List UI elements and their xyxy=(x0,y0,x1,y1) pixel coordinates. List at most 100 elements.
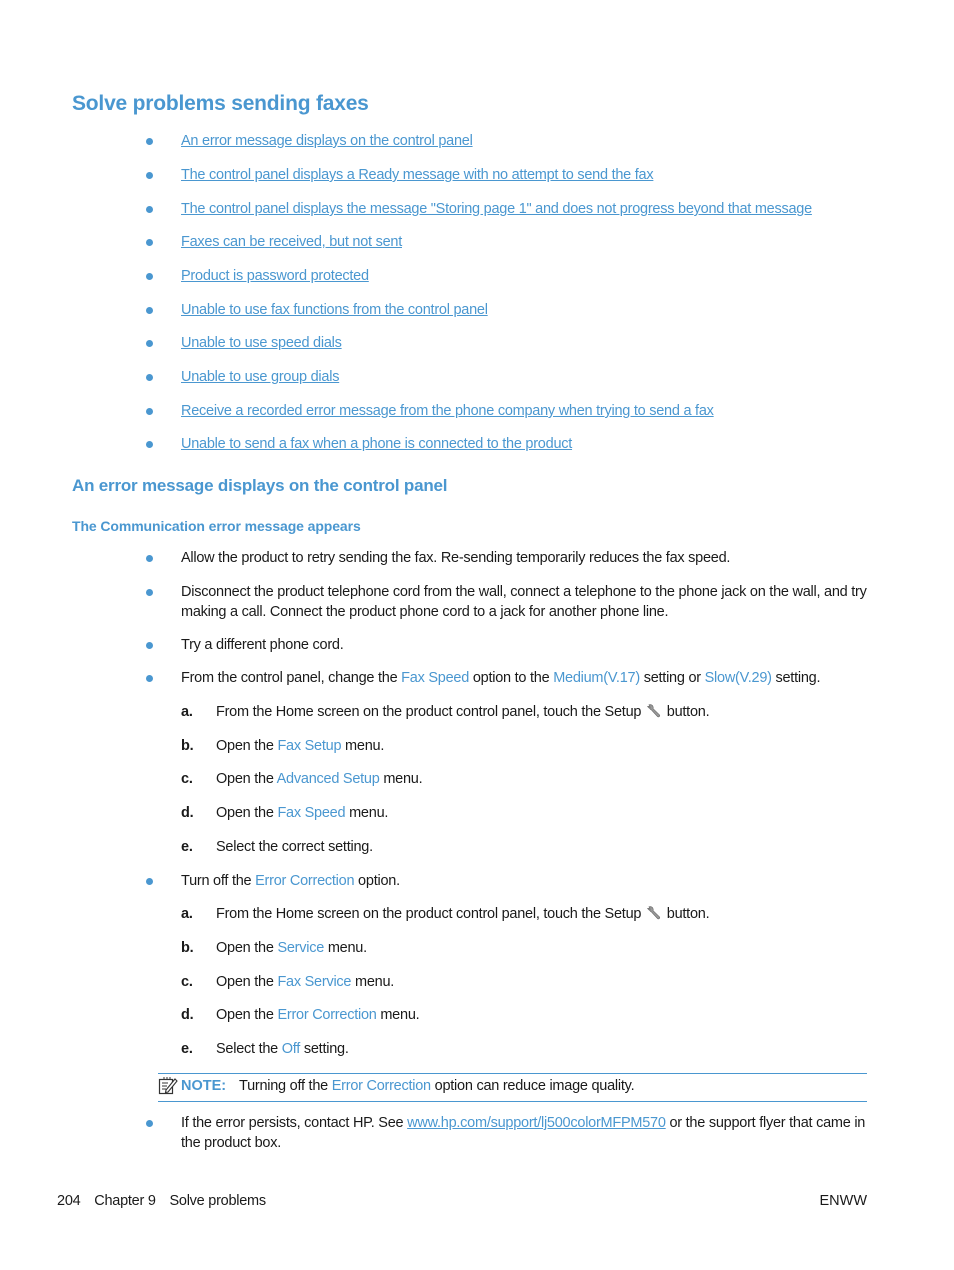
text: If the error persists, contact HP. See xyxy=(181,1115,408,1131)
text: From the Home screen on the product cont… xyxy=(216,906,645,922)
text: menu. xyxy=(379,771,423,787)
bullet-icon xyxy=(146,340,153,347)
step-text: Open the Advanced Setup menu. xyxy=(216,770,423,790)
ui-term-fax-speed: Fax Speed xyxy=(401,670,470,686)
text: menu. xyxy=(341,738,385,754)
bullet-icon xyxy=(146,138,153,145)
bullet-text: Turn off the Error Correction option. xyxy=(181,872,871,892)
step-text: Open the Fax Setup menu. xyxy=(216,737,384,757)
toc-link[interactable]: Unable to use fax functions from the con… xyxy=(181,301,488,321)
chapter-title: Solve problems xyxy=(169,1193,266,1209)
step-letter: d. xyxy=(181,805,194,821)
chapter-label: Chapter 9 xyxy=(94,1193,156,1209)
toc-link[interactable]: The control panel displays the message "… xyxy=(181,200,812,220)
bullet-icon xyxy=(146,1120,153,1127)
step-letter: a. xyxy=(181,906,193,922)
text: Open the xyxy=(216,771,277,787)
wrench-icon xyxy=(646,906,660,920)
text: Select the xyxy=(216,1041,282,1057)
ui-term: Fax Setup xyxy=(277,738,342,754)
bullet-text: Allow the product to retry sending the f… xyxy=(181,550,731,566)
text: Open the xyxy=(216,1007,278,1023)
text: option to the xyxy=(469,670,554,686)
bullet-icon xyxy=(146,675,153,682)
step-text: Open the Error Correction menu. xyxy=(216,1006,420,1026)
text: option. xyxy=(354,873,400,889)
text: button. xyxy=(662,704,710,720)
bullet-icon xyxy=(146,307,153,314)
note-label: NOTE: xyxy=(181,1078,227,1094)
note-pencil-icon xyxy=(158,1077,178,1095)
text: Open the xyxy=(216,974,278,990)
bullet-icon xyxy=(146,441,153,448)
step-letter: b. xyxy=(181,940,194,956)
bullet-text: Disconnect the product telephone cord fr… xyxy=(181,584,867,620)
ui-term: Service xyxy=(277,940,325,956)
ui-term-medium: Medium(V.17) xyxy=(553,670,640,686)
ui-term-error-correction: Error Correction xyxy=(331,1078,431,1094)
note-box: NOTE: Turning off the Error Correction o… xyxy=(158,1073,867,1102)
wrench-icon xyxy=(646,704,660,718)
ui-term-error-correction: Error Correction xyxy=(255,873,355,889)
text: Turn off the xyxy=(181,873,256,889)
bullet-icon xyxy=(146,878,153,885)
subsection-heading: The Communication error message appears xyxy=(72,518,361,534)
text: From the control panel, change the xyxy=(181,670,402,686)
page-title: Solve problems sending faxes xyxy=(72,92,369,115)
ui-term-slow: Slow(V.29) xyxy=(704,670,772,686)
toc-link[interactable]: Product is password protected xyxy=(181,267,369,287)
step-text: From the Home screen on the product cont… xyxy=(216,905,710,925)
step-text: Open the Fax Speed menu. xyxy=(216,804,388,824)
text: setting. xyxy=(771,670,821,686)
page-number: 204 xyxy=(57,1193,81,1209)
text: option can reduce image quality. xyxy=(430,1078,635,1094)
step-text: Open the Service menu. xyxy=(216,939,367,959)
text: Select the correct setting. xyxy=(216,839,373,855)
step-letter: e. xyxy=(181,1041,193,1057)
toc-link[interactable]: Unable to use speed dials xyxy=(181,334,342,354)
bullet-icon xyxy=(146,239,153,246)
ui-term: Off xyxy=(281,1041,301,1057)
step-letter: d. xyxy=(181,1007,194,1023)
bullet-text: Try a different phone cord. xyxy=(181,637,344,653)
footer-left: 204 Chapter 9 Solve problems xyxy=(57,1193,276,1209)
text: button. xyxy=(662,906,710,922)
toc-link[interactable]: Receive a recorded error message from th… xyxy=(181,402,714,422)
text: menu. xyxy=(376,1007,420,1023)
step-letter: e. xyxy=(181,839,193,855)
bullet-text: If the error persists, contact HP. See w… xyxy=(181,1114,871,1153)
text: setting or xyxy=(639,670,705,686)
support-link[interactable]: www.hp.com/support/lj500colorMFPM570 xyxy=(407,1115,666,1131)
text: Open the xyxy=(216,940,278,956)
bullet-icon xyxy=(146,589,153,596)
toc-link[interactable]: Unable to use group dials xyxy=(181,368,339,388)
text: setting. xyxy=(300,1041,349,1057)
bullet-icon xyxy=(146,642,153,649)
step-letter: c. xyxy=(181,771,193,787)
step-text: From the Home screen on the product cont… xyxy=(216,703,710,723)
footer-right: ENWW xyxy=(819,1193,867,1209)
ui-term: Advanced Setup xyxy=(276,771,380,787)
toc-link[interactable]: The control panel displays a Ready messa… xyxy=(181,166,654,186)
step-letter: b. xyxy=(181,738,194,754)
text: Open the xyxy=(216,738,278,754)
section-heading: An error message displays on the control… xyxy=(72,476,448,495)
toc-link[interactable]: Unable to send a fax when a phone is con… xyxy=(181,435,572,455)
step-text: Open the Fax Service menu. xyxy=(216,973,394,993)
text: menu. xyxy=(345,805,389,821)
bullet-text: From the control panel, change the Fax S… xyxy=(181,669,871,689)
text: menu. xyxy=(324,940,367,956)
text: Open the xyxy=(216,805,278,821)
text: From the Home screen on the product cont… xyxy=(216,704,645,720)
ui-term: Fax Service xyxy=(277,974,352,990)
note-text: Turning off the Error Correction option … xyxy=(239,1078,635,1094)
ui-term: Error Correction xyxy=(277,1007,377,1023)
step-letter: a. xyxy=(181,704,193,720)
text: Turning off the xyxy=(239,1078,332,1094)
step-text: Select the Off setting. xyxy=(216,1040,349,1060)
step-letter: c. xyxy=(181,974,193,990)
toc-link[interactable]: Faxes can be received, but not sent xyxy=(181,233,402,253)
toc-link[interactable]: An error message displays on the control… xyxy=(181,132,473,152)
bullet-icon xyxy=(146,273,153,280)
bullet-icon xyxy=(146,206,153,213)
